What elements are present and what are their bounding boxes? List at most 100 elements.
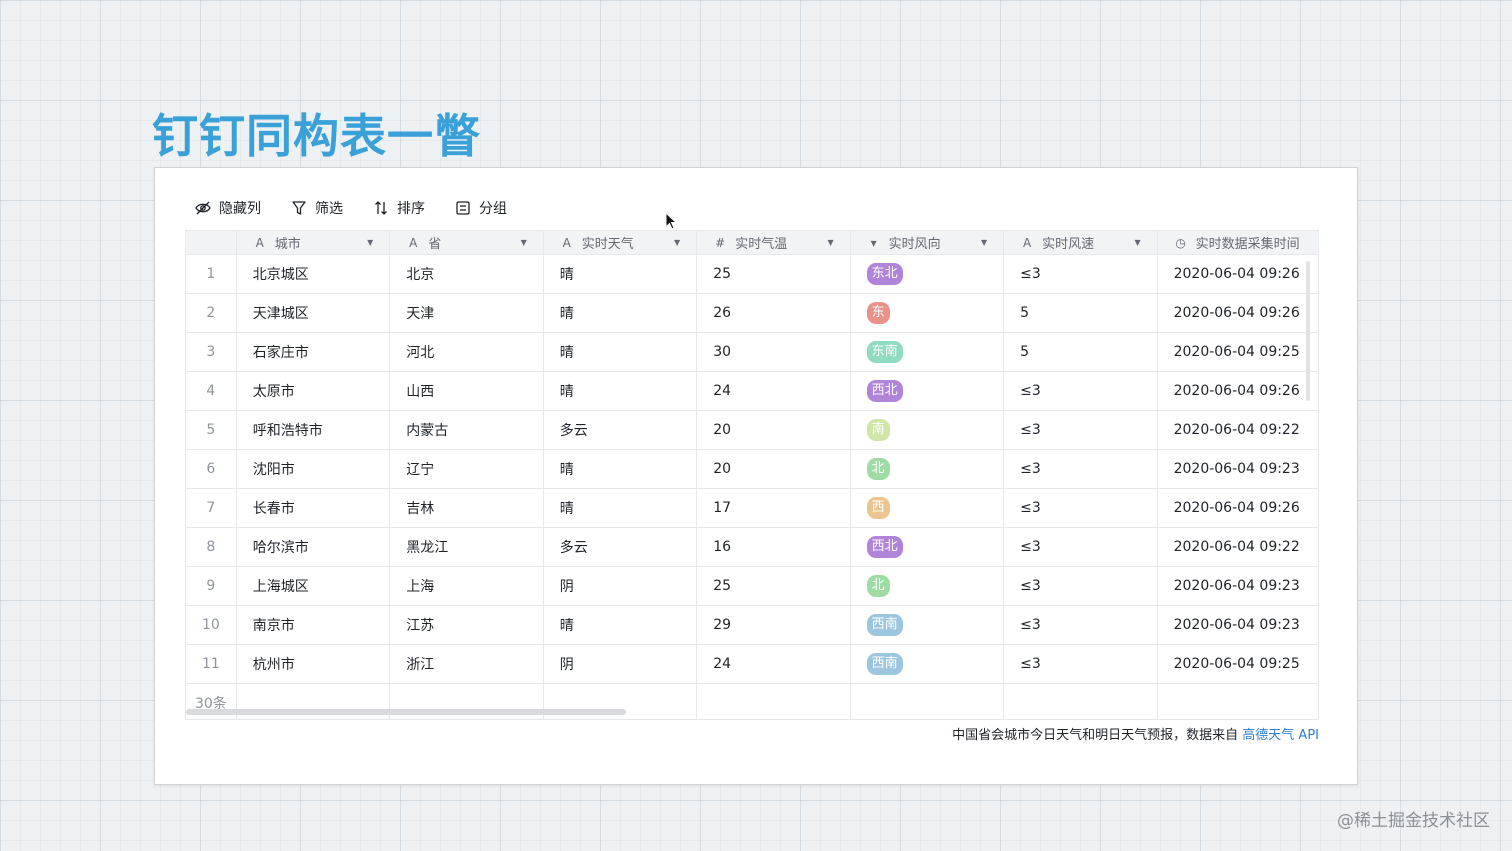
cell-temperature[interactable]: 24 — [697, 372, 851, 410]
cell-province[interactable]: 山西 — [390, 372, 544, 410]
row-index[interactable]: 5 — [186, 411, 237, 449]
cell-weather[interactable]: 晴 — [544, 450, 698, 488]
cell-weather[interactable]: 多云 — [544, 411, 698, 449]
cell-wind-speed[interactable]: ≤3 — [1004, 528, 1158, 566]
data-source-link[interactable]: 高德天气 API — [1242, 728, 1319, 743]
table-row[interactable]: 10 南京市 江苏晴 29 西南 ≤3 2020-06-04 09:23 — [186, 606, 1318, 645]
cell-wind-direction[interactable]: 东南 — [851, 333, 1005, 371]
cell-temperature[interactable]: 29 — [697, 606, 851, 644]
table-row[interactable]: 7 长春市 吉林晴 17 西 ≤3 2020-06-04 09:26 — [186, 489, 1318, 528]
cell-temperature[interactable]: 24 — [697, 645, 851, 683]
cell-city[interactable]: 南京市 — [237, 606, 391, 644]
chevron-down-icon[interactable]: ▼ — [521, 238, 527, 247]
row-index[interactable]: 9 — [186, 567, 237, 605]
cell-weather[interactable]: 晴 — [544, 255, 698, 293]
cell-collect-time[interactable]: 2020-06-04 09:25 — [1158, 645, 1318, 683]
cell-wind-direction[interactable]: 东北 — [851, 255, 1005, 293]
cell-wind-speed[interactable]: 5 — [1004, 294, 1158, 332]
cell-province[interactable]: 北京 — [390, 255, 544, 293]
horizontal-scrollbar[interactable] — [186, 709, 626, 715]
cell-city[interactable]: 天津城区 — [237, 294, 391, 332]
cell-temperature[interactable]: 20 — [697, 450, 851, 488]
cell-weather[interactable]: 晴 — [544, 372, 698, 410]
hide-columns-button[interactable]: 隐藏列 — [195, 198, 261, 218]
chevron-down-icon[interactable]: ▼ — [981, 238, 987, 247]
cell-province[interactable]: 吉林 — [390, 489, 544, 527]
table-row[interactable]: 5 呼和浩特市 内蒙古 多云 20 南 ≤3 2020-06-04 09:22 — [186, 411, 1318, 450]
cell-temperature[interactable]: 17 — [697, 489, 851, 527]
group-button[interactable]: 分组 — [455, 198, 507, 218]
row-index[interactable]: 7 — [186, 489, 237, 527]
cell-wind-direction[interactable]: 北 — [851, 567, 1005, 605]
sort-button[interactable]: 排序 — [373, 198, 425, 218]
cell-collect-time[interactable]: 2020-06-04 09:26 — [1158, 489, 1318, 527]
cell-weather[interactable]: 多云 — [544, 528, 698, 566]
cell-collect-time[interactable]: 2020-06-04 09:23 — [1158, 606, 1318, 644]
cell-province[interactable]: 辽宁 — [390, 450, 544, 488]
cell-weather[interactable]: 晴 — [544, 294, 698, 332]
cell-province[interactable]: 上海 — [390, 567, 544, 605]
vertical-scrollbar[interactable] — [1306, 261, 1310, 401]
cell-wind-speed[interactable]: ≤3 — [1004, 255, 1158, 293]
cell-weather[interactable]: 晴 — [544, 489, 698, 527]
cell-city[interactable]: 石家庄市 — [237, 333, 391, 371]
cell-collect-time[interactable]: 2020-06-04 09:22 — [1158, 411, 1318, 449]
cell-wind-speed[interactable]: ≤3 — [1004, 450, 1158, 488]
cell-temperature[interactable]: 30 — [697, 333, 851, 371]
column-header-temperature[interactable]: # 实时气温 ▼ — [697, 231, 851, 254]
cell-wind-direction[interactable]: 西北 — [851, 372, 1005, 410]
cell-weather[interactable]: 晴 — [544, 606, 698, 644]
table-row[interactable]: 11 杭州市 浙江阴 24 西南 ≤3 2020-06-04 09:25 — [186, 645, 1318, 684]
cell-wind-speed[interactable]: ≤3 — [1004, 489, 1158, 527]
table-row[interactable]: 4 太原市 山西晴 24 西北 ≤3 2020-06-04 09:26 — [186, 372, 1318, 411]
cell-collect-time[interactable]: 2020-06-04 09:23 — [1158, 567, 1318, 605]
cell-collect-time[interactable]: 2020-06-04 09:26 — [1158, 255, 1318, 293]
column-header-collect-time[interactable]: ◷ 实时数据采集时间 — [1158, 231, 1318, 254]
row-index[interactable]: 10 — [186, 606, 237, 644]
cell-wind-direction[interactable]: 西 — [851, 489, 1005, 527]
chevron-down-icon[interactable]: ▼ — [674, 238, 680, 247]
cell-province[interactable]: 河北 — [390, 333, 544, 371]
cell-wind-speed[interactable]: ≤3 — [1004, 567, 1158, 605]
chevron-down-icon[interactable]: ▼ — [367, 238, 373, 247]
cell-wind-speed[interactable]: ≤3 — [1004, 606, 1158, 644]
cell-province[interactable]: 黑龙江 — [390, 528, 544, 566]
cell-province[interactable]: 浙江 — [390, 645, 544, 683]
cell-city[interactable]: 沈阳市 — [237, 450, 391, 488]
column-header-wind-speed[interactable]: A 实时风速 ▼ — [1004, 231, 1158, 254]
cell-wind-direction[interactable]: 南 — [851, 411, 1005, 449]
cell-city[interactable]: 太原市 — [237, 372, 391, 410]
cell-collect-time[interactable]: 2020-06-04 09:22 — [1158, 528, 1318, 566]
cell-weather[interactable]: 晴 — [544, 333, 698, 371]
cell-collect-time[interactable]: 2020-06-04 09:23 — [1158, 450, 1318, 488]
row-index[interactable]: 3 — [186, 333, 237, 371]
column-header-city[interactable]: A 城市 ▼ — [237, 231, 391, 254]
table-row[interactable]: 9 上海城区 上海阴 25 北 ≤3 2020-06-04 09:23 — [186, 567, 1318, 606]
cell-wind-direction[interactable]: 西北 — [851, 528, 1005, 566]
cell-collect-time[interactable]: 2020-06-04 09:26 — [1158, 294, 1318, 332]
cell-temperature[interactable]: 20 — [697, 411, 851, 449]
row-index[interactable]: 8 — [186, 528, 237, 566]
column-header-wind-direction[interactable]: ▾ 实时风向 ▼ — [851, 231, 1005, 254]
cell-city[interactable]: 北京城区 — [237, 255, 391, 293]
table-row[interactable]: 2 天津城区 天津晴 26 东 5 2020-06-04 09:26 — [186, 294, 1318, 333]
cell-temperature[interactable]: 16 — [697, 528, 851, 566]
cell-city[interactable]: 上海城区 — [237, 567, 391, 605]
cell-weather[interactable]: 阴 — [544, 645, 698, 683]
cell-wind-speed[interactable]: ≤3 — [1004, 411, 1158, 449]
table-row[interactable]: 8 哈尔滨市 黑龙江 多云 16 西北 ≤3 2020-06-04 09:22 — [186, 528, 1318, 567]
cell-wind-speed[interactable]: ≤3 — [1004, 645, 1158, 683]
table-row[interactable]: 3 石家庄市 河北晴 30 东南 5 2020-06-04 09:25 — [186, 333, 1318, 372]
table-row[interactable]: 1 北京城区 北京晴 25 东北 ≤3 2020-06-04 09:26 — [186, 255, 1318, 294]
cell-province[interactable]: 内蒙古 — [390, 411, 544, 449]
row-index[interactable]: 1 — [186, 255, 237, 293]
cell-city[interactable]: 哈尔滨市 — [237, 528, 391, 566]
chevron-down-icon[interactable]: ▼ — [1134, 238, 1140, 247]
cell-wind-speed[interactable]: 5 — [1004, 333, 1158, 371]
chevron-down-icon[interactable]: ▼ — [828, 238, 834, 247]
cell-city[interactable]: 呼和浩特市 — [237, 411, 391, 449]
table-row[interactable]: 6 沈阳市 辽宁晴 20 北 ≤3 2020-06-04 09:23 — [186, 450, 1318, 489]
cell-temperature[interactable]: 25 — [697, 567, 851, 605]
cell-collect-time[interactable]: 2020-06-04 09:26 — [1158, 372, 1318, 410]
cell-temperature[interactable]: 25 — [697, 255, 851, 293]
